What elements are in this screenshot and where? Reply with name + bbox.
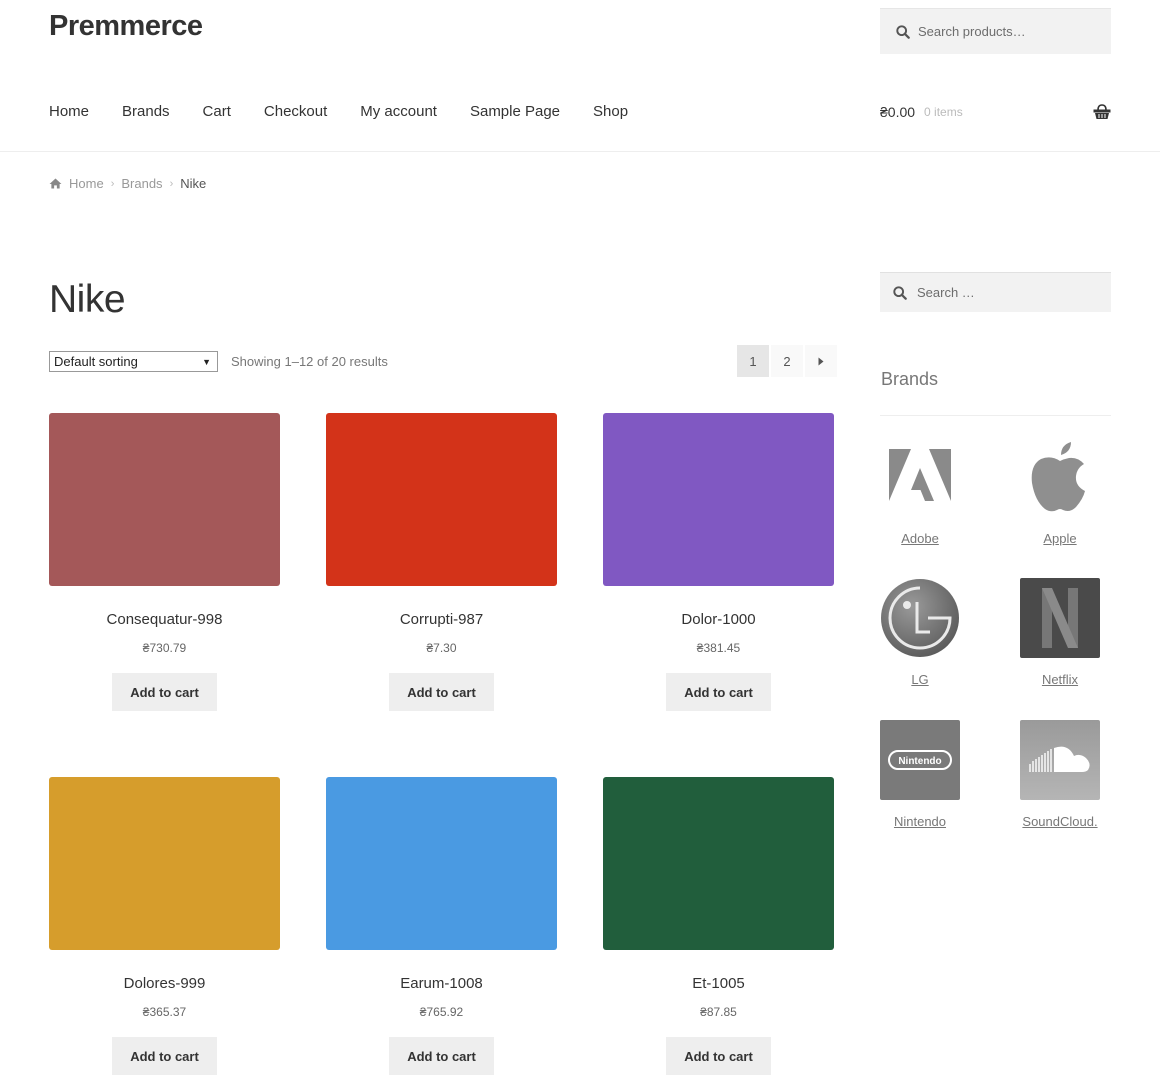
nintendo-logo[interactable]: Nintendo [880,720,960,800]
brands-widget-title: Brands [881,369,939,389]
product-price: ₴381.45 [696,641,741,655]
product-card: Corrupti-987 ₴7.30 Add to cart [326,413,557,711]
brand-link-netflix[interactable]: Netflix [1042,672,1078,687]
product-name[interactable]: Corrupti-987 [326,611,557,628]
search-icon [896,24,910,39]
pagination: 1 2 [737,345,839,377]
nav-item-checkout[interactable]: Checkout [264,103,327,120]
nav-item-cart[interactable]: Cart [203,103,231,120]
page-1-current: 1 [737,345,769,377]
site-title[interactable]: Premmerce [49,10,203,43]
product-name[interactable]: Et-1005 [603,975,834,992]
product-card: Dolor-1000 ₴381.45 Add to cart [603,413,834,711]
page-2-link[interactable]: 2 [771,345,803,377]
product-name[interactable]: Dolores-999 [49,975,280,992]
dropdown-arrow-icon: ▼ [202,356,211,367]
header-divider [0,151,1160,152]
product-image[interactable] [49,777,280,950]
adobe-logo[interactable] [880,437,960,517]
product-price: ₴7.30 [426,641,457,655]
add-to-cart-button[interactable]: Add to cart [666,673,771,711]
home-icon [49,178,62,189]
widget-divider [880,415,1111,416]
next-page-button[interactable] [805,345,837,377]
brand-item-adobe: Adobe [880,437,960,548]
product-name[interactable]: Consequatur-998 [49,611,280,628]
brand-item-nintendo: Nintendo Nintendo [880,720,960,831]
sidebar-search[interactable] [880,272,1111,312]
breadcrumb-brands[interactable]: Brands [121,176,162,191]
product-image[interactable] [326,413,557,586]
svg-text:Nintendo: Nintendo [898,756,941,767]
product-image[interactable] [49,413,280,586]
header-search[interactable] [880,8,1111,54]
add-to-cart-button[interactable]: Add to cart [389,1037,494,1075]
breadcrumb: Home › Brands › Nike [49,176,206,191]
nav-item-sample-page[interactable]: Sample Page [470,103,560,120]
product-search-input[interactable] [918,24,1098,39]
product-card: Dolores-999 ₴365.37 Add to cart [49,777,280,1075]
nav-item-brands[interactable]: Brands [122,103,170,120]
nav-item-home[interactable]: Home [49,103,89,120]
brand-item-apple: Apple [1020,437,1100,548]
sort-dropdown[interactable]: Default sorting ▼ [49,351,218,372]
sidebar-search-input[interactable] [917,285,1097,300]
apple-logo[interactable] [1020,437,1100,517]
chevron-right-icon: › [169,177,174,190]
breadcrumb-home[interactable]: Home [69,176,104,191]
add-to-cart-button[interactable]: Add to cart [389,673,494,711]
product-image[interactable] [603,777,834,950]
brand-link-adobe[interactable]: Adobe [901,531,939,546]
nav-item-my-account[interactable]: My account [360,103,437,120]
brand-item-lg: LG [880,578,960,689]
lg-logo[interactable] [880,578,960,658]
product-price: ₴765.92 [419,1005,464,1019]
search-icon [893,285,907,300]
cart-amount: ₴0.00 [880,104,916,120]
product-price: ₴87.85 [700,1005,737,1019]
product-card: Earum-1008 ₴765.92 Add to cart [326,777,557,1075]
nav-item-shop[interactable]: Shop [593,103,628,120]
basket-icon[interactable] [1093,104,1111,120]
brand-link-apple[interactable]: Apple [1043,531,1076,546]
result-count: Showing 1–12 of 20 results [231,354,388,369]
product-image[interactable] [603,413,834,586]
breadcrumb-current: Nike [180,176,207,191]
page-title: Nike [49,278,126,321]
brand-link-lg[interactable]: LG [911,672,928,687]
product-card: Consequatur-998 ₴730.79 Add to cart [49,413,280,711]
caret-right-icon [818,357,824,365]
soundcloud-logo[interactable] [1020,720,1100,800]
product-price: ₴365.37 [142,1005,187,1019]
brand-link-nintendo[interactable]: Nintendo [894,814,946,829]
netflix-logo[interactable] [1020,578,1100,658]
product-price: ₴730.79 [142,641,187,655]
brand-link-soundcloud[interactable]: SoundCloud. [1022,814,1097,829]
add-to-cart-button[interactable]: Add to cart [112,673,217,711]
product-name[interactable]: Earum-1008 [326,975,557,992]
cart-item-count: 0 items [924,105,963,119]
product-card: Et-1005 ₴87.85 Add to cart [603,777,834,1075]
main-navigation: Home Brands Cart Checkout My account Sam… [49,103,661,120]
sort-selected-value: Default sorting [54,354,138,369]
brand-item-soundcloud: SoundCloud. [1020,720,1100,831]
product-image[interactable] [326,777,557,950]
chevron-right-icon: › [110,177,115,190]
add-to-cart-button[interactable]: Add to cart [666,1037,771,1075]
add-to-cart-button[interactable]: Add to cart [112,1037,217,1075]
product-name[interactable]: Dolor-1000 [603,611,834,628]
mini-cart[interactable]: ₴0.00 0 items [880,104,1111,120]
brand-item-netflix: Netflix [1020,578,1100,689]
